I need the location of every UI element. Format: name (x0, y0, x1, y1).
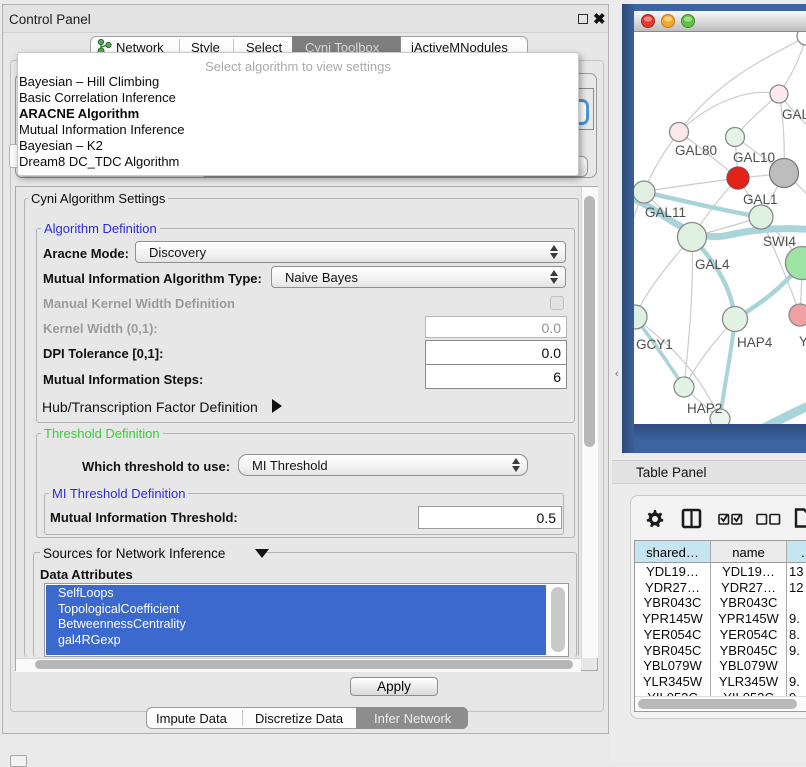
svg-text:GAL80: GAL80 (675, 143, 717, 158)
svg-text:GAL10: GAL10 (733, 150, 775, 165)
svg-text:HAP2: HAP2 (687, 401, 722, 416)
svg-text:GAL1: GAL1 (743, 192, 778, 207)
svg-text:GAL4: GAL4 (695, 257, 730, 272)
svg-text:HAP4: HAP4 (737, 335, 773, 350)
svg-text:GAL2: GAL2 (782, 107, 806, 122)
svg-text:GCY1: GCY1 (636, 337, 673, 352)
svg-text:YM: YM (799, 334, 806, 349)
svg-text:GAL11: GAL11 (645, 205, 686, 220)
svg-text:SWI4: SWI4 (763, 234, 796, 249)
